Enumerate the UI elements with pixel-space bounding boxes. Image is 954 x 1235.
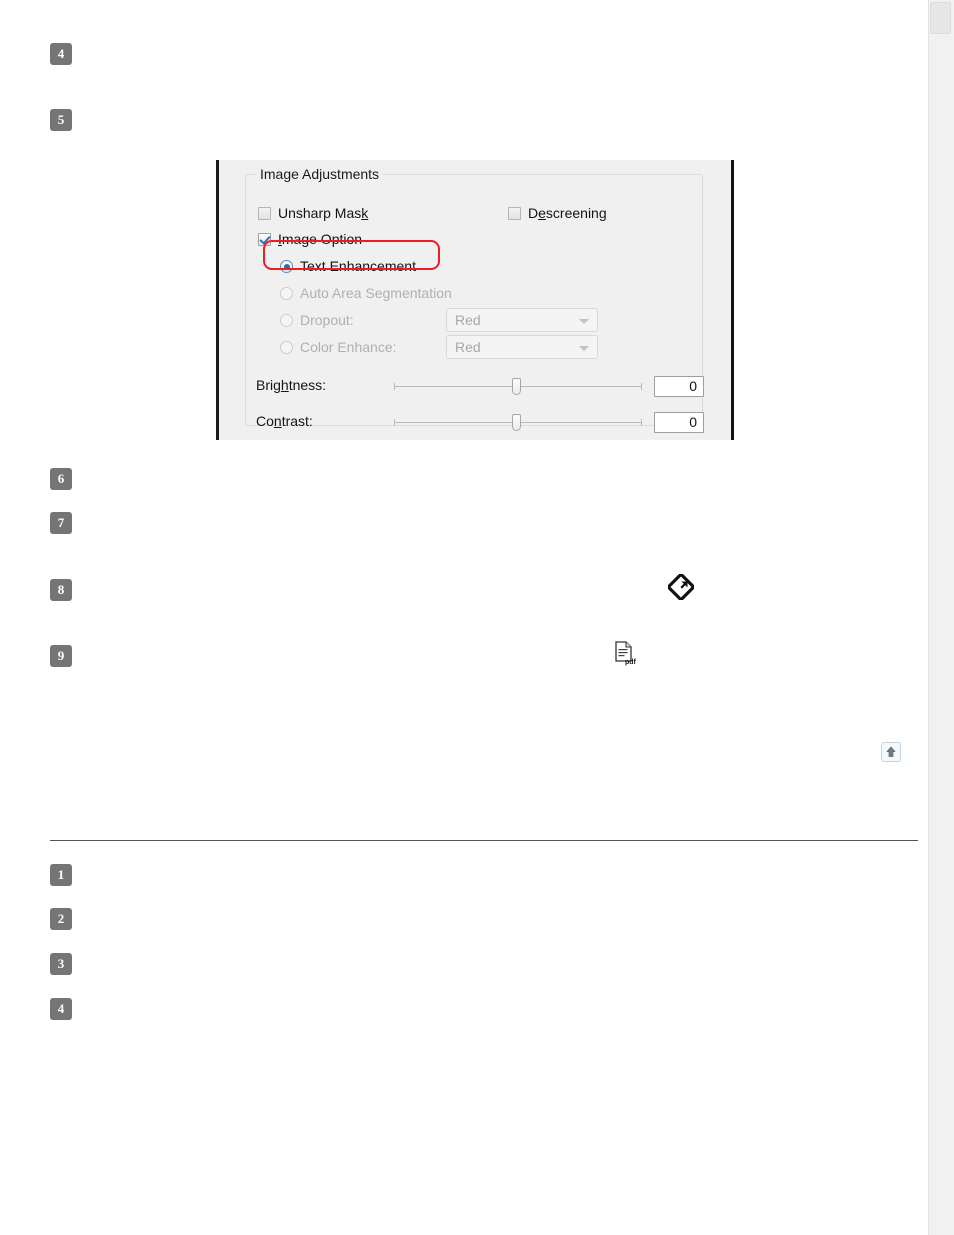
- step-marker-7: 7: [50, 512, 72, 534]
- step-marker-5: 5: [50, 109, 72, 131]
- step-marker-lower-2: 2: [50, 908, 72, 930]
- step-marker-4: 4: [50, 43, 72, 65]
- text-enhancement-radio[interactable]: Text Enhancement: [280, 258, 416, 276]
- descreening-label: Descreening: [528, 205, 607, 221]
- chevron-down-icon[interactable]: [579, 319, 589, 324]
- contrast-slider-thumb[interactable]: [512, 414, 521, 431]
- checkbox-box-descreening[interactable]: [508, 207, 521, 220]
- section-separator: [50, 840, 918, 841]
- brightness-label: Brightness:: [256, 377, 327, 393]
- descreening-checkbox[interactable]: Descreening: [508, 205, 607, 223]
- step-marker-8: 8: [50, 579, 72, 601]
- back-to-top-button[interactable]: [881, 742, 901, 762]
- radio-dot-color-enhance[interactable]: [280, 341, 293, 354]
- radio-dot-auto-area-segmentation[interactable]: [280, 287, 293, 300]
- contrast-label: Contrast:: [256, 413, 313, 429]
- step-marker-lower-3: 3: [50, 953, 72, 975]
- up-arrow-icon: [886, 746, 896, 757]
- auto-area-segmentation-radio[interactable]: Auto Area Segmentation: [280, 285, 452, 303]
- chevron-down-icon[interactable]: [579, 346, 589, 351]
- text-enhancement-label: Text Enhancement: [300, 258, 416, 274]
- scrollbar-thumb[interactable]: [930, 2, 951, 34]
- step-marker-9: 9: [50, 645, 72, 667]
- auto-area-segmentation-label: Auto Area Segmentation: [300, 285, 452, 301]
- dropout-color-value: Red: [455, 312, 481, 328]
- dropout-label: Dropout:: [300, 312, 354, 328]
- brightness-slider[interactable]: [394, 375, 642, 399]
- image-adjustments-groupbox: Image Adjustments Unsharp Mask Descreeni…: [245, 166, 704, 433]
- page-scrollbar[interactable]: [928, 0, 954, 1235]
- pdf-file-icon: pdf: [612, 640, 638, 666]
- color-enhance-radio[interactable]: Color Enhance:: [280, 339, 397, 357]
- contrast-slider[interactable]: [394, 411, 642, 435]
- image-adjustments-dialog: Image Adjustments Unsharp Mask Descreeni…: [216, 160, 734, 440]
- dropout-color-select[interactable]: Red: [446, 308, 598, 332]
- radio-dot-text-enhancement[interactable]: [280, 260, 293, 273]
- image-option-checkbox[interactable]: Image Option: [258, 231, 362, 249]
- step-marker-lower-4: 4: [50, 998, 72, 1020]
- checkbox-box-image-option[interactable]: [258, 233, 271, 246]
- color-enhance-label: Color Enhance:: [300, 339, 397, 355]
- unsharp-mask-checkbox[interactable]: Unsharp Mask: [258, 205, 368, 223]
- color-enhance-color-value: Red: [455, 339, 481, 355]
- dropout-radio[interactable]: Dropout:: [280, 312, 354, 330]
- image-option-label: Image Option: [278, 231, 363, 247]
- groupbox-title: Image Adjustments: [256, 166, 384, 182]
- step-marker-lower-1: 1: [50, 864, 72, 886]
- step-marker-6: 6: [50, 468, 72, 490]
- checkbox-box-unsharp-mask[interactable]: [258, 207, 271, 220]
- brightness-value-field[interactable]: 0: [654, 376, 704, 397]
- radio-dot-dropout[interactable]: [280, 314, 293, 327]
- color-enhance-color-select[interactable]: Red: [446, 335, 598, 359]
- scan-start-icon: [668, 574, 694, 600]
- page-content-area: 4 5 Image Adjustments Unsharp Mask Descr…: [0, 0, 929, 1235]
- unsharp-mask-label: Unsharp Mask: [278, 205, 369, 221]
- dialog-body: Image Adjustments Unsharp Mask Descreeni…: [219, 160, 731, 440]
- contrast-value-field[interactable]: 0: [654, 412, 704, 433]
- brightness-slider-thumb[interactable]: [512, 378, 521, 395]
- svg-text:pdf: pdf: [625, 659, 637, 666]
